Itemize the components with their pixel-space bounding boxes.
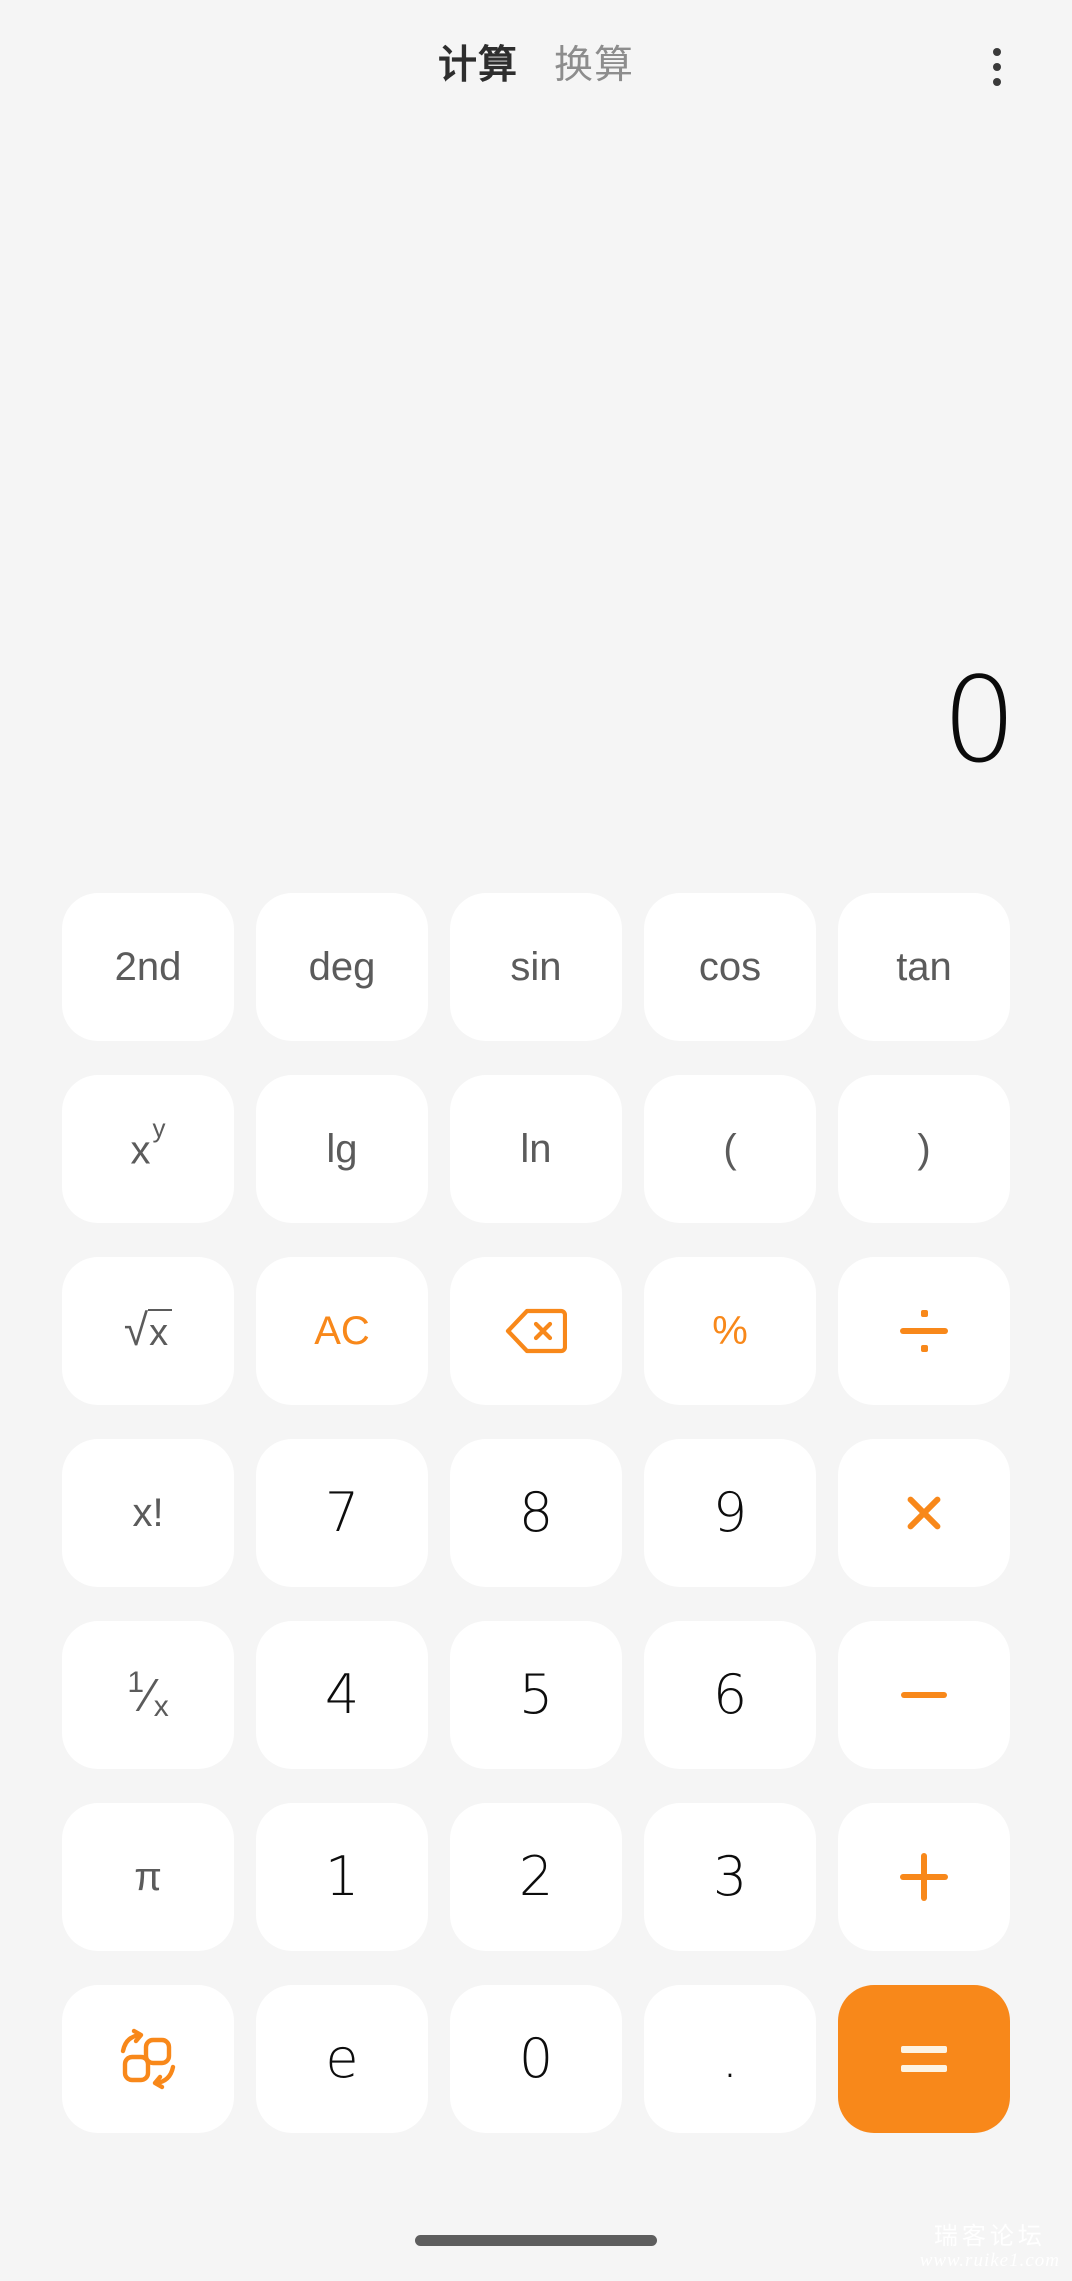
key-ln[interactable]: ln bbox=[450, 1075, 622, 1223]
more-vertical-icon[interactable] bbox=[970, 40, 1024, 94]
app-header: 计算 换算 bbox=[0, 0, 1072, 130]
key-backspace[interactable] bbox=[450, 1257, 622, 1405]
key-factorial[interactable]: x! bbox=[62, 1439, 234, 1587]
key-divide[interactable] bbox=[838, 1257, 1010, 1405]
key-label: √ x bbox=[124, 1308, 173, 1354]
key-e[interactable]: e bbox=[256, 1985, 428, 2133]
key-2nd[interactable]: 2nd bbox=[62, 893, 234, 1041]
key-label: 3 bbox=[712, 1845, 748, 1908]
key-decimal[interactable]: . bbox=[644, 1985, 816, 2133]
key-subtract[interactable] bbox=[838, 1621, 1010, 1769]
key-all-clear[interactable]: AC bbox=[256, 1257, 428, 1405]
more-dot-2 bbox=[993, 63, 1001, 71]
more-dot-3 bbox=[993, 78, 1001, 86]
key-power[interactable]: xy bbox=[62, 1075, 234, 1223]
key-label: 6 bbox=[712, 1663, 748, 1726]
key-cos[interactable]: cos bbox=[644, 893, 816, 1041]
key-label: 1 bbox=[324, 1845, 360, 1908]
key-label: 5 bbox=[518, 1663, 554, 1726]
key-2[interactable]: 2 bbox=[450, 1803, 622, 1951]
key-label: 7 bbox=[324, 1481, 360, 1544]
keypad: 2nd deg sin cos tan xy lg ln () √ x AC % x! 7 8 9 1 ⁄… bbox=[62, 893, 1010, 2133]
swap-convert-icon bbox=[120, 2028, 176, 2090]
equals-glyph bbox=[901, 2046, 947, 2072]
more-dot-1 bbox=[993, 48, 1001, 56]
key-label: lg bbox=[326, 1127, 358, 1171]
key-paren-close[interactable]: ) bbox=[838, 1075, 1010, 1223]
key-label: ( bbox=[723, 1127, 737, 1171]
watermark: 瑞客论坛 www.ruike1.com bbox=[919, 2221, 1060, 2273]
backspace-icon bbox=[505, 1308, 567, 1354]
key-tan[interactable]: tan bbox=[838, 893, 1010, 1041]
tab-bar: 计算 换算 bbox=[438, 46, 634, 85]
key-8[interactable]: 8 bbox=[450, 1439, 622, 1587]
key-equals[interactable] bbox=[838, 1985, 1010, 2133]
key-deg[interactable]: deg bbox=[256, 893, 428, 1041]
tab-convert[interactable]: 换算 bbox=[554, 46, 634, 85]
minus-glyph bbox=[901, 1692, 947, 1698]
key-log10[interactable]: lg bbox=[256, 1075, 428, 1223]
key-sqrt[interactable]: √ x bbox=[62, 1257, 234, 1405]
key-pi[interactable]: π bbox=[62, 1803, 234, 1951]
key-add[interactable] bbox=[838, 1803, 1010, 1951]
key-7[interactable]: 7 bbox=[256, 1439, 428, 1587]
display-area[interactable]: 0 bbox=[0, 620, 1072, 820]
watermark-url: www.ruike1.com bbox=[919, 2250, 1060, 2272]
key-9[interactable]: 9 bbox=[644, 1439, 816, 1587]
tab-calculate[interactable]: 计算 bbox=[438, 46, 518, 85]
key-percent[interactable]: % bbox=[644, 1257, 816, 1405]
key-label: 4 bbox=[324, 1663, 360, 1726]
key-label: AC bbox=[314, 1309, 370, 1353]
key-label: % bbox=[712, 1309, 748, 1353]
key-0[interactable]: 0 bbox=[450, 1985, 622, 2133]
key-label: 2 bbox=[518, 1845, 554, 1908]
key-label: cos bbox=[698, 945, 762, 989]
plus-glyph bbox=[900, 1853, 948, 1901]
key-label: π bbox=[134, 1855, 162, 1899]
key-3[interactable]: 3 bbox=[644, 1803, 816, 1951]
key-1[interactable]: 1 bbox=[256, 1803, 428, 1951]
key-label: e bbox=[325, 2027, 359, 2090]
key-label: 8 bbox=[518, 1481, 554, 1544]
key-convert[interactable] bbox=[62, 1985, 234, 2133]
key-reciprocal[interactable]: 1 ⁄ x bbox=[62, 1621, 234, 1769]
divide-glyph bbox=[900, 1309, 948, 1353]
key-multiply[interactable] bbox=[838, 1439, 1010, 1587]
key-5[interactable]: 5 bbox=[450, 1621, 622, 1769]
display-value: 0 bbox=[941, 651, 1017, 789]
home-indicator[interactable] bbox=[415, 2235, 657, 2246]
key-6[interactable]: 6 bbox=[644, 1621, 816, 1769]
key-4[interactable]: 4 bbox=[256, 1621, 428, 1769]
key-label: 0 bbox=[518, 2027, 554, 2090]
key-label: x! bbox=[132, 1491, 164, 1535]
multiply-glyph bbox=[902, 1491, 946, 1535]
key-label: xy bbox=[130, 1113, 166, 1173]
key-sin[interactable]: sin bbox=[450, 893, 622, 1041]
key-label: deg bbox=[308, 945, 376, 989]
key-paren-open[interactable]: ( bbox=[644, 1075, 816, 1223]
key-label: 9 bbox=[712, 1481, 748, 1544]
key-label: ln bbox=[520, 1127, 552, 1171]
watermark-title: 瑞客论坛 bbox=[933, 2221, 1046, 2250]
calculator-app: 计算 换算 0 2nd deg sin cos tan xy lg ln () √ x AC % … bbox=[0, 0, 1072, 2281]
key-label: tan bbox=[896, 945, 952, 989]
key-label: 1 ⁄ x bbox=[127, 1666, 169, 1723]
key-label: sin bbox=[510, 945, 562, 989]
key-label: ) bbox=[917, 1127, 931, 1171]
key-label: 2nd bbox=[114, 945, 182, 989]
key-label: . bbox=[721, 2027, 739, 2090]
